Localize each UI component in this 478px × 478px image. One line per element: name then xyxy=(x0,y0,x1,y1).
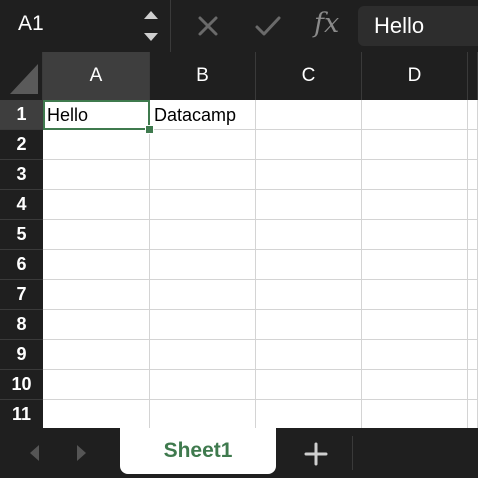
cell-a3[interactable] xyxy=(43,160,150,190)
name-box[interactable]: A1 xyxy=(0,0,170,52)
cell-b3[interactable] xyxy=(150,160,256,190)
cell-d10[interactable] xyxy=(362,370,468,400)
row-header-11[interactable]: 11 xyxy=(0,400,43,428)
cell-d9[interactable] xyxy=(362,340,468,370)
cell-b9[interactable] xyxy=(150,340,256,370)
name-box-value: A1 xyxy=(18,12,44,35)
cell-a11[interactable] xyxy=(43,400,150,428)
cell-b8[interactable] xyxy=(150,310,256,340)
cell-d2[interactable] xyxy=(362,130,468,160)
cell-a10[interactable] xyxy=(43,370,150,400)
divider xyxy=(170,0,171,52)
cell-a6[interactable] xyxy=(43,250,150,280)
cell-e1[interactable] xyxy=(468,100,478,130)
divider xyxy=(352,436,353,470)
select-all-corner[interactable] xyxy=(0,52,43,100)
formula-value: Hello xyxy=(374,13,425,38)
check-icon[interactable] xyxy=(252,10,284,42)
cell-a2[interactable] xyxy=(43,130,150,160)
up-down-stepper-icon[interactable] xyxy=(138,5,164,47)
column-header-a[interactable]: A xyxy=(43,52,150,100)
cell-c10[interactable] xyxy=(256,370,362,400)
cell-d5[interactable] xyxy=(362,220,468,250)
cell-b1[interactable]: Datacamp xyxy=(150,100,256,130)
cell-e11[interactable] xyxy=(468,400,478,428)
row-header-9[interactable]: 9 xyxy=(0,340,43,370)
row-header-2[interactable]: 2 xyxy=(0,130,43,160)
row-header-4[interactable]: 4 xyxy=(0,190,43,220)
column-header-b[interactable]: B xyxy=(150,52,256,100)
cell-e4[interactable] xyxy=(468,190,478,220)
cell-b10[interactable] xyxy=(150,370,256,400)
select-all-triangle-icon xyxy=(10,64,38,94)
cell-c5[interactable] xyxy=(256,220,362,250)
chevron-left-icon[interactable] xyxy=(24,442,46,464)
cell-c8[interactable] xyxy=(256,310,362,340)
cell-c6[interactable] xyxy=(256,250,362,280)
row-header-6[interactable]: 6 xyxy=(0,250,43,280)
cell-b11[interactable] xyxy=(150,400,256,428)
cell-d3[interactable] xyxy=(362,160,468,190)
cell-a1[interactable]: Hello xyxy=(43,100,150,130)
x-icon[interactable] xyxy=(192,10,224,42)
cell-d8[interactable] xyxy=(362,310,468,340)
sheet-tab-sheet1[interactable]: Sheet1 xyxy=(120,428,276,474)
cell-a9[interactable] xyxy=(43,340,150,370)
row-header-8[interactable]: 8 xyxy=(0,310,43,340)
cell-c3[interactable] xyxy=(256,160,362,190)
cell-c11[interactable] xyxy=(256,400,362,428)
cell-b6[interactable] xyxy=(150,250,256,280)
cell-c7[interactable] xyxy=(256,280,362,310)
chevron-right-icon[interactable] xyxy=(70,442,92,464)
formula-bar: A1 fx Hello xyxy=(0,0,478,52)
cell-a4[interactable] xyxy=(43,190,150,220)
sheet-tab-bar: Sheet1 xyxy=(0,428,478,478)
cell-d4[interactable] xyxy=(362,190,468,220)
column-header-c[interactable]: C xyxy=(256,52,362,100)
cell-c2[interactable] xyxy=(256,130,362,160)
cell-d6[interactable] xyxy=(362,250,468,280)
column-header-d[interactable]: D xyxy=(362,52,468,100)
cell-d1[interactable] xyxy=(362,100,468,130)
cell-e10[interactable] xyxy=(468,370,478,400)
cell-e2[interactable] xyxy=(468,130,478,160)
row-header-3[interactable]: 3 xyxy=(0,160,43,190)
row-header-5[interactable]: 5 xyxy=(0,220,43,250)
cell-e9[interactable] xyxy=(468,340,478,370)
cell-e6[interactable] xyxy=(468,250,478,280)
cell-c1[interactable] xyxy=(256,100,362,130)
plus-icon[interactable] xyxy=(302,440,330,468)
row-header-1[interactable]: 1 xyxy=(0,100,43,130)
cell-e5[interactable] xyxy=(468,220,478,250)
cell-a7[interactable] xyxy=(43,280,150,310)
fx-icon[interactable]: fx xyxy=(314,8,339,39)
row-header-7[interactable]: 7 xyxy=(0,280,43,310)
cell-e7[interactable] xyxy=(468,280,478,310)
cell-a5[interactable] xyxy=(43,220,150,250)
cell-c9[interactable] xyxy=(256,340,362,370)
cell-a8[interactable] xyxy=(43,310,150,340)
cell-b2[interactable] xyxy=(150,130,256,160)
cell-d7[interactable] xyxy=(362,280,468,310)
fill-handle[interactable] xyxy=(145,125,154,134)
cell-b4[interactable] xyxy=(150,190,256,220)
cell-b7[interactable] xyxy=(150,280,256,310)
cell-c4[interactable] xyxy=(256,190,362,220)
spreadsheet-grid: A B C D 1 Hello Datacamp 2 3 4 5 6 7 8 9 10 11 xyxy=(0,52,478,428)
cell-b5[interactable] xyxy=(150,220,256,250)
cell-d11[interactable] xyxy=(362,400,468,428)
column-header-e[interactable] xyxy=(468,52,478,100)
row-header-10[interactable]: 10 xyxy=(0,370,43,400)
cell-e3[interactable] xyxy=(468,160,478,190)
formula-input[interactable]: Hello xyxy=(358,6,478,46)
cell-e8[interactable] xyxy=(468,310,478,340)
